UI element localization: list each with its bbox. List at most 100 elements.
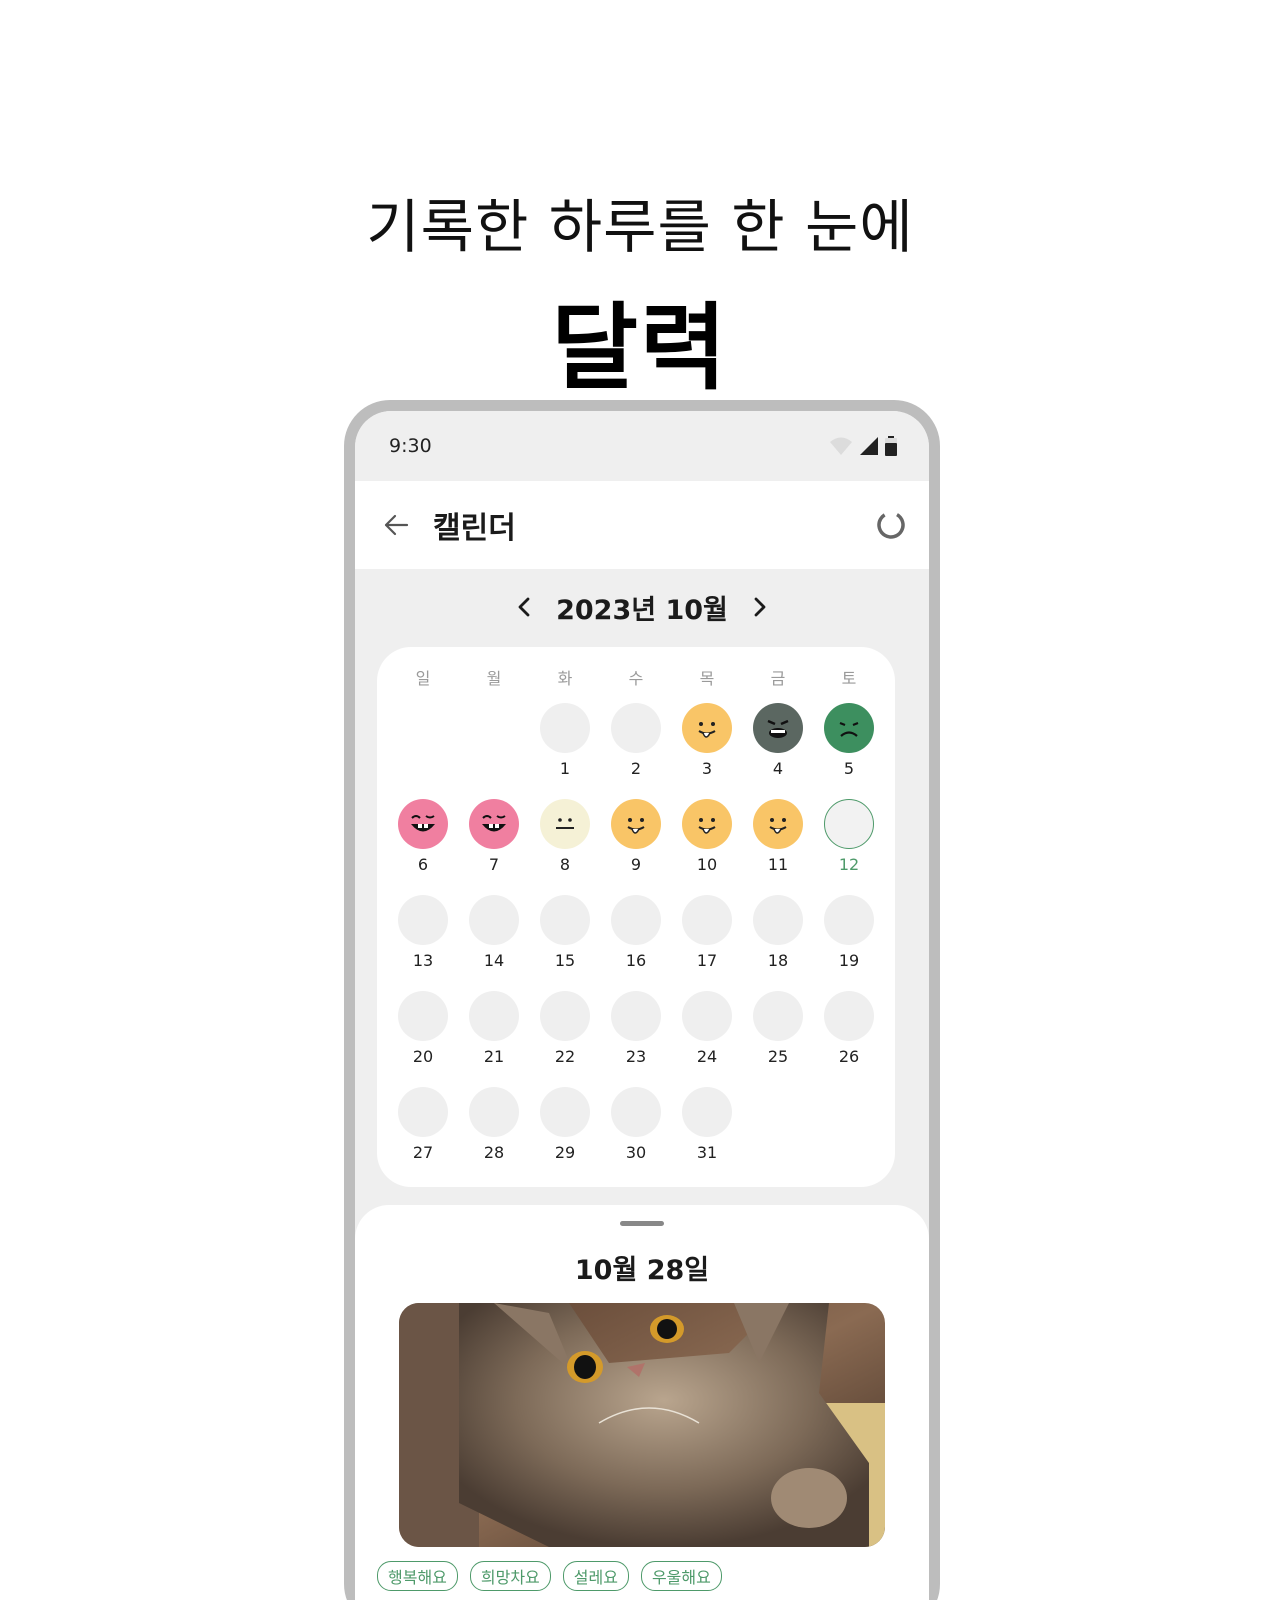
calendar-day-cell[interactable]: 8 xyxy=(530,795,601,891)
empty-mood-circle xyxy=(540,991,590,1041)
empty-mood-circle xyxy=(682,1087,732,1137)
empty-mood-circle xyxy=(682,991,732,1041)
calendar-day-cell[interactable]: 23 xyxy=(601,987,672,1083)
weekday-label: 화 xyxy=(557,669,573,688)
day-number: 5 xyxy=(843,759,855,778)
calendar-day-cell[interactable]: 29 xyxy=(530,1083,601,1179)
calendar-day-cell[interactable]: 1 xyxy=(530,699,601,795)
day-number: 25 xyxy=(767,1047,789,1066)
calendar-day-cell[interactable]: 20 xyxy=(388,987,459,1083)
empty-mood-circle xyxy=(753,991,803,1041)
calendar-day-cell[interactable]: 3 xyxy=(672,699,743,795)
day-number: 12 xyxy=(838,855,860,874)
calendar-day-cell[interactable]: 31 xyxy=(672,1083,743,1179)
calendar-day-cell[interactable]: 2 xyxy=(601,699,672,795)
day-number: 19 xyxy=(838,951,860,970)
previous-month-button[interactable] xyxy=(510,593,538,621)
drag-handle[interactable] xyxy=(620,1221,664,1226)
empty-mood-circle xyxy=(398,895,448,945)
day-number: 18 xyxy=(767,951,789,970)
calendar-day-cell[interactable]: 21 xyxy=(459,987,530,1083)
mood-tag-list: 행복해요 희망차요 설레요 우울해요 xyxy=(377,1561,722,1591)
next-month-button[interactable] xyxy=(746,593,774,621)
status-time: 9:30 xyxy=(389,435,432,457)
day-number: 3 xyxy=(701,759,713,778)
calendar-day-cell[interactable]: 6 xyxy=(388,795,459,891)
calendar-day-cell[interactable]: 13 xyxy=(388,891,459,987)
calendar-day-cell[interactable]: 19 xyxy=(814,891,885,987)
calendar-day-cell[interactable]: 22 xyxy=(530,987,601,1083)
empty-mood-circle xyxy=(398,991,448,1041)
phone-frame: 9:30 캘린더 2023년 10월 일 월 화 수 목 금 토 1 2 3 4… xyxy=(344,400,940,1600)
day-number: 30 xyxy=(625,1143,647,1162)
calendar-day-cell[interactable]: 4 xyxy=(743,699,814,795)
wifi-icon xyxy=(830,437,852,455)
weekday-label: 월 xyxy=(486,669,502,688)
month-navigator: 2023년 10월 xyxy=(355,569,929,645)
calendar-day-cell[interactable]: 16 xyxy=(601,891,672,987)
weekday-header: 일 월 화 수 목 금 토 xyxy=(389,665,883,693)
day-number: 10 xyxy=(696,855,718,874)
calendar-day-cell[interactable]: 15 xyxy=(530,891,601,987)
calendar-day-cell[interactable]: 9 xyxy=(601,795,672,891)
day-number: 7 xyxy=(488,855,500,874)
empty-mood-circle xyxy=(611,895,661,945)
empty-mood-circle xyxy=(753,895,803,945)
promo-headline-bold: 달력 xyxy=(551,294,729,403)
weekday-label: 금 xyxy=(770,669,786,688)
calendar-day-cell[interactable]: 12 xyxy=(814,795,885,891)
calendar-day-cell[interactable]: 25 xyxy=(743,987,814,1083)
calendar-day-cell[interactable]: 26 xyxy=(814,987,885,1083)
day-number: 21 xyxy=(483,1047,505,1066)
day-number: 11 xyxy=(767,855,789,874)
day-detail-sheet: 10월 28일 행복해요 희망차요 설레요 우울해요 xyxy=(355,1205,929,1600)
empty-mood-circle xyxy=(469,991,519,1041)
phone-screen: 9:30 캘린더 2023년 10월 일 월 화 수 목 금 토 1 2 3 4… xyxy=(355,411,929,1600)
day-number: 8 xyxy=(559,855,571,874)
silly-yellow-face-icon xyxy=(682,799,732,849)
calendar-day-cell[interactable]: 30 xyxy=(601,1083,672,1179)
day-number: 22 xyxy=(554,1047,576,1066)
day-number: 31 xyxy=(696,1143,718,1162)
calendar-day-cell[interactable]: 14 xyxy=(459,891,530,987)
weekday-label: 일 xyxy=(415,669,431,688)
empty-mood-circle xyxy=(540,1087,590,1137)
empty-mood-circle xyxy=(611,703,661,753)
day-number: 9 xyxy=(630,855,642,874)
arrow-left-icon xyxy=(384,514,409,536)
calendar-day-cell[interactable]: 10 xyxy=(672,795,743,891)
empty-mood-circle xyxy=(824,895,874,945)
calendar-day-cell[interactable]: 28 xyxy=(459,1083,530,1179)
wink-pink-face-icon xyxy=(398,799,448,849)
mood-tag[interactable]: 우울해요 xyxy=(640,1561,722,1591)
empty-mood-circle xyxy=(611,991,661,1041)
calendar-day-cell[interactable]: 11 xyxy=(743,795,814,891)
calendar-day-cell[interactable]: 17 xyxy=(672,891,743,987)
empty-mood-circle xyxy=(611,1087,661,1137)
calendar-empty-cell xyxy=(388,699,459,795)
day-number: 29 xyxy=(554,1143,576,1162)
empty-mood-circle xyxy=(824,799,874,849)
day-number: 17 xyxy=(696,951,718,970)
mood-tag[interactable]: 설레요 xyxy=(562,1561,629,1591)
silly-yellow-face-icon xyxy=(611,799,661,849)
mood-tag[interactable]: 희망차요 xyxy=(469,1561,551,1591)
day-number: 24 xyxy=(696,1047,718,1066)
silly-yellow-face-icon xyxy=(753,799,803,849)
app-bar: 캘린더 xyxy=(355,481,929,569)
back-button[interactable] xyxy=(381,510,411,540)
calendar-day-cell[interactable]: 27 xyxy=(388,1083,459,1179)
calendar-day-cell[interactable]: 24 xyxy=(672,987,743,1083)
month-label: 2023년 10월 xyxy=(556,594,728,626)
day-number: 28 xyxy=(483,1143,505,1162)
day-number: 6 xyxy=(417,855,429,874)
cat-photo[interactable] xyxy=(399,1303,885,1547)
day-number: 13 xyxy=(412,951,434,970)
mood-tag[interactable]: 행복해요 xyxy=(377,1561,458,1591)
calendar-day-cell[interactable]: 7 xyxy=(459,795,530,891)
day-number: 14 xyxy=(483,951,505,970)
calendar-day-cell[interactable]: 18 xyxy=(743,891,814,987)
calendar-day-cell[interactable]: 5 xyxy=(814,699,885,795)
day-number: 2 xyxy=(630,759,642,778)
page-title: 캘린더 xyxy=(433,511,516,546)
